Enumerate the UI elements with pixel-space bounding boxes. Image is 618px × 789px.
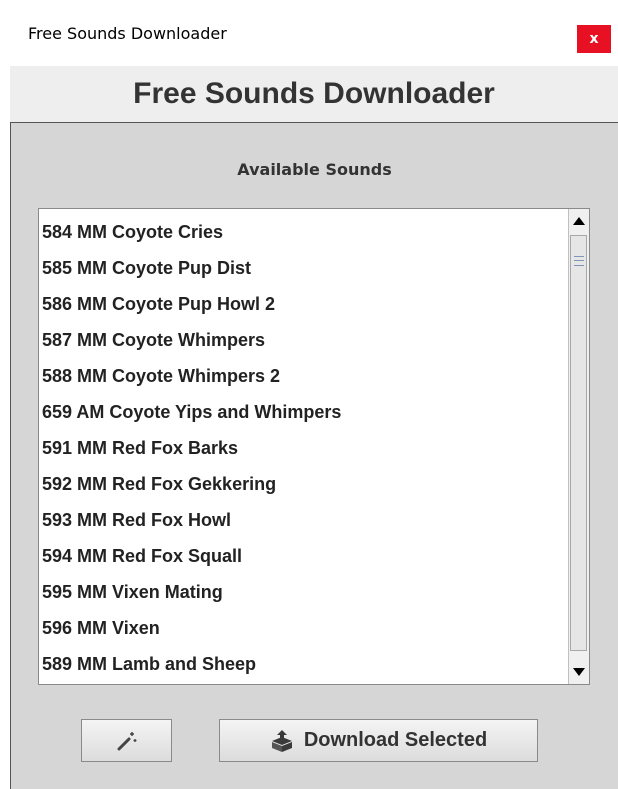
- sound-list-item[interactable]: 589 MM Lamb and Sheep: [42, 646, 567, 682]
- sound-list-item[interactable]: 594 MM Red Fox Squall: [42, 538, 567, 574]
- download-selected-button[interactable]: Download Selected: [219, 719, 538, 762]
- scroll-up-button[interactable]: [569, 209, 589, 233]
- magic-wand-icon: [117, 731, 136, 750]
- sound-list-item[interactable]: 586 MM Coyote Pup Howl 2: [42, 286, 567, 322]
- window-title: Free Sounds Downloader: [28, 24, 227, 43]
- sound-list-item[interactable]: 659 AM Coyote Yips and Whimpers: [42, 394, 567, 430]
- app-header: Free Sounds Downloader: [10, 66, 618, 122]
- close-icon: x: [589, 31, 599, 47]
- close-button[interactable]: x: [577, 25, 611, 53]
- arrow-up-icon: [573, 217, 585, 225]
- sounds-list-items: 584 MM Coyote Cries 585 MM Coyote Pup Dis…: [42, 214, 567, 682]
- scrollbar-grip-icon: [574, 256, 584, 266]
- scroll-down-button[interactable]: [569, 660, 589, 684]
- available-sounds-label: Available Sounds: [237, 160, 392, 179]
- sound-list-item[interactable]: 593 MM Red Fox Howl: [42, 502, 567, 538]
- sound-list-item[interactable]: 588 MM Coyote Whimpers 2: [42, 358, 567, 394]
- download-selected-label: Download Selected: [303, 729, 488, 751]
- page-title: Free Sounds Downloader: [133, 77, 495, 110]
- sound-list-item[interactable]: 592 MM Red Fox Gekkering: [42, 466, 567, 502]
- sound-list-item[interactable]: 595 MM Vixen Mating: [42, 574, 567, 610]
- vertical-scrollbar[interactable]: [568, 209, 589, 684]
- arrow-down-icon: [573, 668, 585, 676]
- sound-list-item[interactable]: 591 MM Red Fox Barks: [42, 430, 567, 466]
- sounds-list[interactable]: 584 MM Coyote Cries 585 MM Coyote Pup Dis…: [38, 208, 590, 685]
- scrollbar-thumb[interactable]: [570, 235, 587, 651]
- title-bar: Free Sounds Downloader x: [0, 0, 618, 66]
- download-box-icon: [270, 729, 294, 752]
- sound-list-item[interactable]: 584 MM Coyote Cries: [42, 214, 567, 250]
- sound-list-item[interactable]: 596 MM Vixen: [42, 610, 567, 646]
- main-panel: Available Sounds 584 MM Coyote Cries 585 …: [10, 122, 618, 789]
- magic-wand-button[interactable]: [81, 719, 172, 762]
- sound-list-item[interactable]: 585 MM Coyote Pup Dist: [42, 250, 567, 286]
- sound-list-item[interactable]: 587 MM Coyote Whimpers: [42, 322, 567, 358]
